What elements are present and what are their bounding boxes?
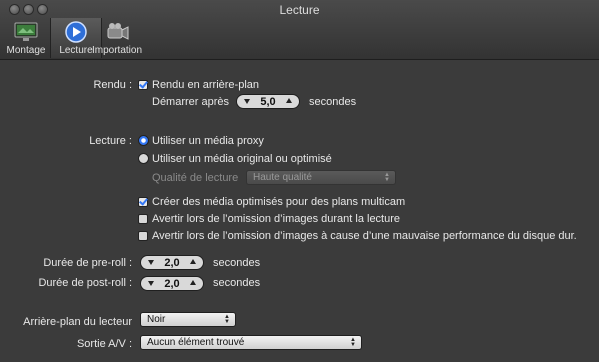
toolbar-importation[interactable]: Importation — [92, 18, 142, 58]
postroll-unit: secondes — [213, 277, 261, 289]
toolbar-montage[interactable]: Montage — [1, 18, 51, 58]
background-render-checkbox[interactable] — [138, 80, 148, 90]
proxy-radio[interactable] — [138, 135, 149, 146]
title-bar: Lecture Montage Lecture Importation — [0, 0, 599, 60]
multicam-label: Créer des média optimisés pour des plans… — [152, 196, 406, 208]
quality-value: Haute qualité — [253, 172, 312, 183]
postroll-label: Durée de post-roll : — [38, 277, 132, 289]
warn-disk-checkbox[interactable] — [138, 231, 148, 241]
preferences-panel: Rendu : Rendu en arrière-plan Démarrer a… — [0, 60, 599, 362]
proxy-label: Utiliser un média proxy — [152, 135, 264, 147]
start-after-label: Démarrer après — [152, 96, 230, 108]
toolbar-montage-label: Montage — [6, 45, 46, 56]
multicam-checkbox[interactable] — [138, 197, 148, 207]
updown-icon: ▲ ▼ — [384, 172, 390, 183]
rendu-label: Rendu : — [93, 79, 132, 91]
postroll-stepper[interactable]: 2,0 — [140, 276, 204, 291]
warn-drop-label: Avertir lors de l’omission d’images dura… — [152, 213, 401, 225]
preroll-stepper[interactable]: 2,0 — [140, 255, 204, 270]
camera-icon — [107, 23, 129, 40]
warn-drop-checkbox[interactable] — [138, 214, 148, 224]
warn-disk-label: Avertir lors de l’omission d’images à ca… — [152, 230, 577, 242]
updown-icon: ▲ ▼ — [224, 314, 230, 325]
start-after-unit: secondes — [309, 96, 357, 108]
av-out-label: Sortie A/V : — [76, 338, 132, 350]
player-bg-popup[interactable]: Noir ▲ ▼ — [140, 312, 236, 327]
increment-icon[interactable] — [190, 280, 196, 285]
preroll-label: Durée de pre-roll : — [43, 257, 132, 269]
original-radio[interactable] — [138, 153, 149, 164]
increment-icon[interactable] — [286, 98, 292, 103]
quality-label: Qualité de lecture — [152, 172, 239, 184]
preroll-unit: secondes — [213, 257, 261, 269]
toolbar-importation-label: Importation — [92, 45, 143, 56]
updown-icon: ▲ ▼ — [350, 337, 356, 348]
lecture-label: Lecture : — [89, 135, 132, 147]
player-bg-value: Noir — [147, 314, 166, 325]
play-icon — [65, 21, 87, 43]
player-bg-label: Arrière-plan du lecteur — [23, 316, 132, 328]
window-title: Lecture — [279, 3, 320, 17]
original-label: Utiliser un média original ou optimisé — [152, 153, 332, 165]
background-render-label: Rendu en arrière-plan — [152, 79, 260, 91]
increment-icon[interactable] — [190, 259, 196, 264]
monitor-icon — [14, 22, 38, 41]
start-after-stepper[interactable]: 5,0 — [236, 94, 300, 109]
av-out-value: Aucun élément trouvé — [147, 337, 245, 348]
av-out-popup[interactable]: Aucun élément trouvé ▲ ▼ — [140, 335, 362, 350]
quality-popup[interactable]: Haute qualité ▲ ▼ — [246, 170, 396, 185]
